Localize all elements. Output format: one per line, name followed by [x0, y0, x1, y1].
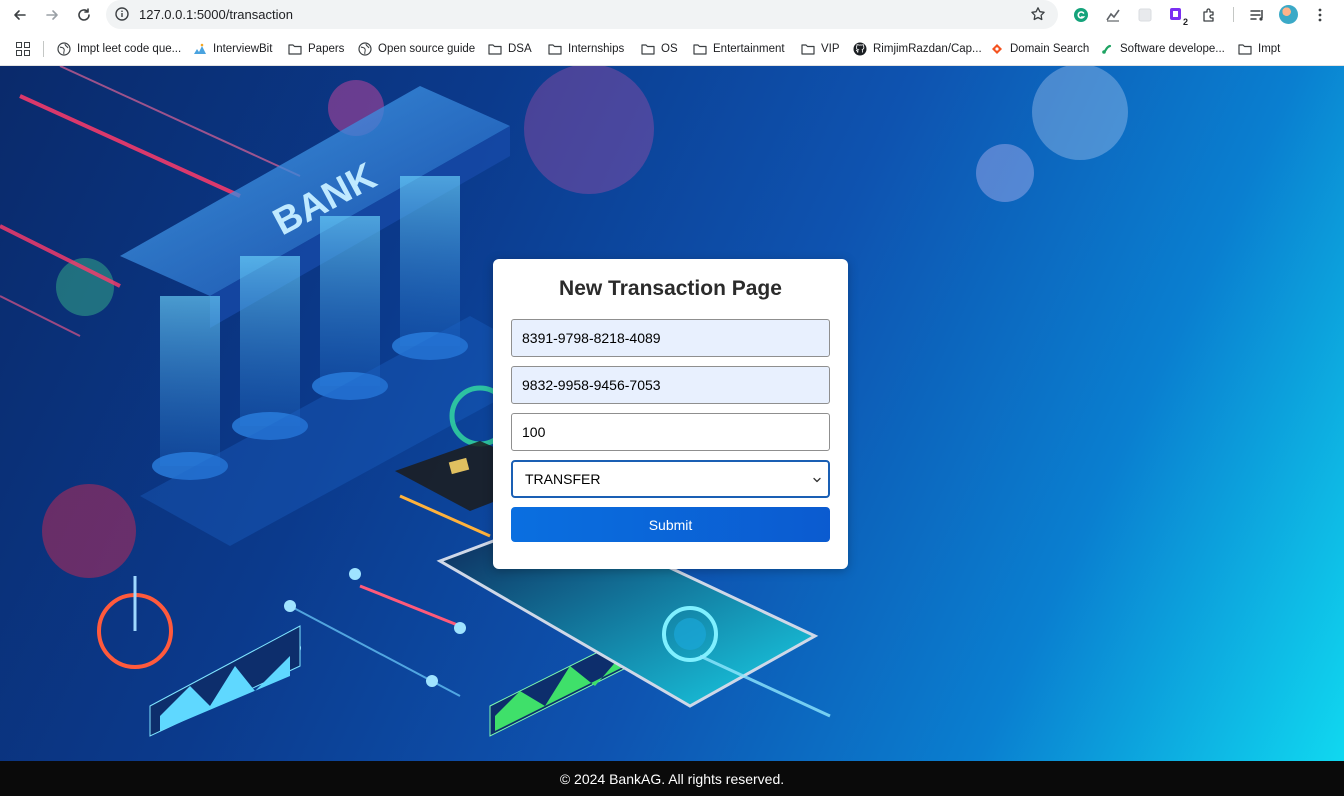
toolbar-separator — [1233, 7, 1234, 22]
apps-grid-icon[interactable] — [16, 42, 30, 56]
forward-arrow-icon[interactable] — [41, 4, 63, 26]
interviewbit-icon — [194, 43, 206, 54]
domain-search-icon — [992, 44, 1002, 54]
folder-icon — [548, 44, 562, 55]
bookmark-label: VIP — [821, 43, 840, 55]
blank-extension-icon[interactable] — [1136, 6, 1154, 24]
grammarly-icon[interactable] — [1072, 6, 1090, 24]
kebab-menu-icon[interactable] — [1311, 6, 1329, 24]
bookmark-impt[interactable]: Impt — [1238, 39, 1280, 59]
bookmark-papers[interactable]: Papers — [288, 39, 344, 59]
from-account-input[interactable] — [511, 319, 830, 357]
reading-list-icon[interactable] — [1248, 6, 1266, 24]
bookmark-label: DSA — [508, 43, 532, 55]
bookmark-star-icon[interactable] — [1030, 6, 1046, 22]
purple-extension-icon[interactable]: 2 — [1168, 6, 1188, 27]
amount-input[interactable] — [511, 413, 830, 451]
bookmark-label: Internships — [568, 43, 625, 55]
bookmark-label: Open source guide — [378, 43, 476, 55]
extension-badge: 2 — [1182, 17, 1188, 27]
folder-icon — [801, 44, 815, 55]
copyright-text: © 2024 BankAG. All rights reserved. — [559, 770, 785, 787]
bookmark-label: Impt leet code que... — [77, 43, 182, 55]
bookmarks-bar: Impt leet code que... InterviewBit Paper… — [0, 30, 1344, 66]
site-info-icon[interactable] — [114, 6, 130, 22]
globe-icon — [57, 42, 71, 56]
chevron-down-icon — [813, 477, 821, 483]
folder-icon — [1238, 44, 1252, 55]
browser-toolbar: 127.0.0.1:5000/transaction 2 — [0, 0, 1344, 30]
bookmark-interviewbit[interactable]: InterviewBit — [193, 39, 272, 59]
bookmark-label: OS — [661, 43, 678, 55]
bookmark-entertainment[interactable]: Entertainment — [693, 39, 785, 59]
transaction-type-value: TRANSFER — [525, 471, 601, 487]
page-footer: © 2024 BankAG. All rights reserved. — [0, 761, 1344, 796]
bookmark-label: Entertainment — [713, 43, 785, 55]
bookmark-label: Impt — [1258, 43, 1281, 55]
bookmark-label: InterviewBit — [213, 43, 273, 55]
profile-avatar[interactable] — [1279, 5, 1298, 24]
bank-hero-background: BANK New Transaction Page 8391-9798-8218… — [0, 66, 1344, 761]
folder-icon — [288, 44, 302, 55]
software-icon — [1102, 44, 1112, 54]
folder-icon — [693, 44, 707, 55]
bookmark-software-developer[interactable]: Software develope... — [1100, 39, 1225, 59]
bookmark-label: Domain Search — [1010, 43, 1090, 55]
extensions-puzzle-icon[interactable] — [1200, 6, 1218, 24]
bookmark-os[interactable]: OS — [641, 39, 678, 59]
bookmark-label: Papers — [308, 43, 345, 55]
address-bar[interactable]: 127.0.0.1:5000/transaction — [106, 0, 1058, 29]
bookmark-impt-leet-code[interactable]: Impt leet code que... — [57, 39, 181, 59]
bookmark-vip[interactable]: VIP — [801, 39, 840, 59]
bookmark-open-source-guide[interactable]: Open source guide — [358, 39, 475, 59]
bookmark-github-repo[interactable]: RimjimRazdan/Cap... — [853, 39, 982, 59]
reload-icon[interactable] — [73, 4, 95, 26]
bookmark-domain-search[interactable]: Domain Search — [990, 39, 1089, 59]
folder-icon — [488, 44, 502, 55]
submit-button[interactable]: Submit — [511, 507, 830, 542]
bookmark-internships[interactable]: Internships — [548, 39, 624, 59]
analytics-extension-icon[interactable] — [1104, 6, 1122, 24]
url-text[interactable]: 127.0.0.1:5000/transaction — [139, 7, 293, 22]
folder-icon — [641, 44, 655, 55]
new-transaction-card: New Transaction Page TRANSFER Submit — [493, 259, 848, 569]
bookmark-dsa[interactable]: DSA — [488, 39, 532, 59]
bookmarks-separator — [43, 41, 44, 57]
to-account-input[interactable] — [511, 366, 830, 404]
bookmark-label: RimjimRazdan/Cap... — [873, 43, 982, 55]
back-arrow-icon[interactable] — [9, 4, 31, 26]
transaction-type-select[interactable]: TRANSFER — [511, 460, 830, 498]
bookmark-label: Software develope... — [1120, 43, 1225, 55]
globe-icon — [358, 42, 372, 56]
page-title: New Transaction Page — [559, 277, 782, 300]
github-icon — [853, 42, 867, 56]
